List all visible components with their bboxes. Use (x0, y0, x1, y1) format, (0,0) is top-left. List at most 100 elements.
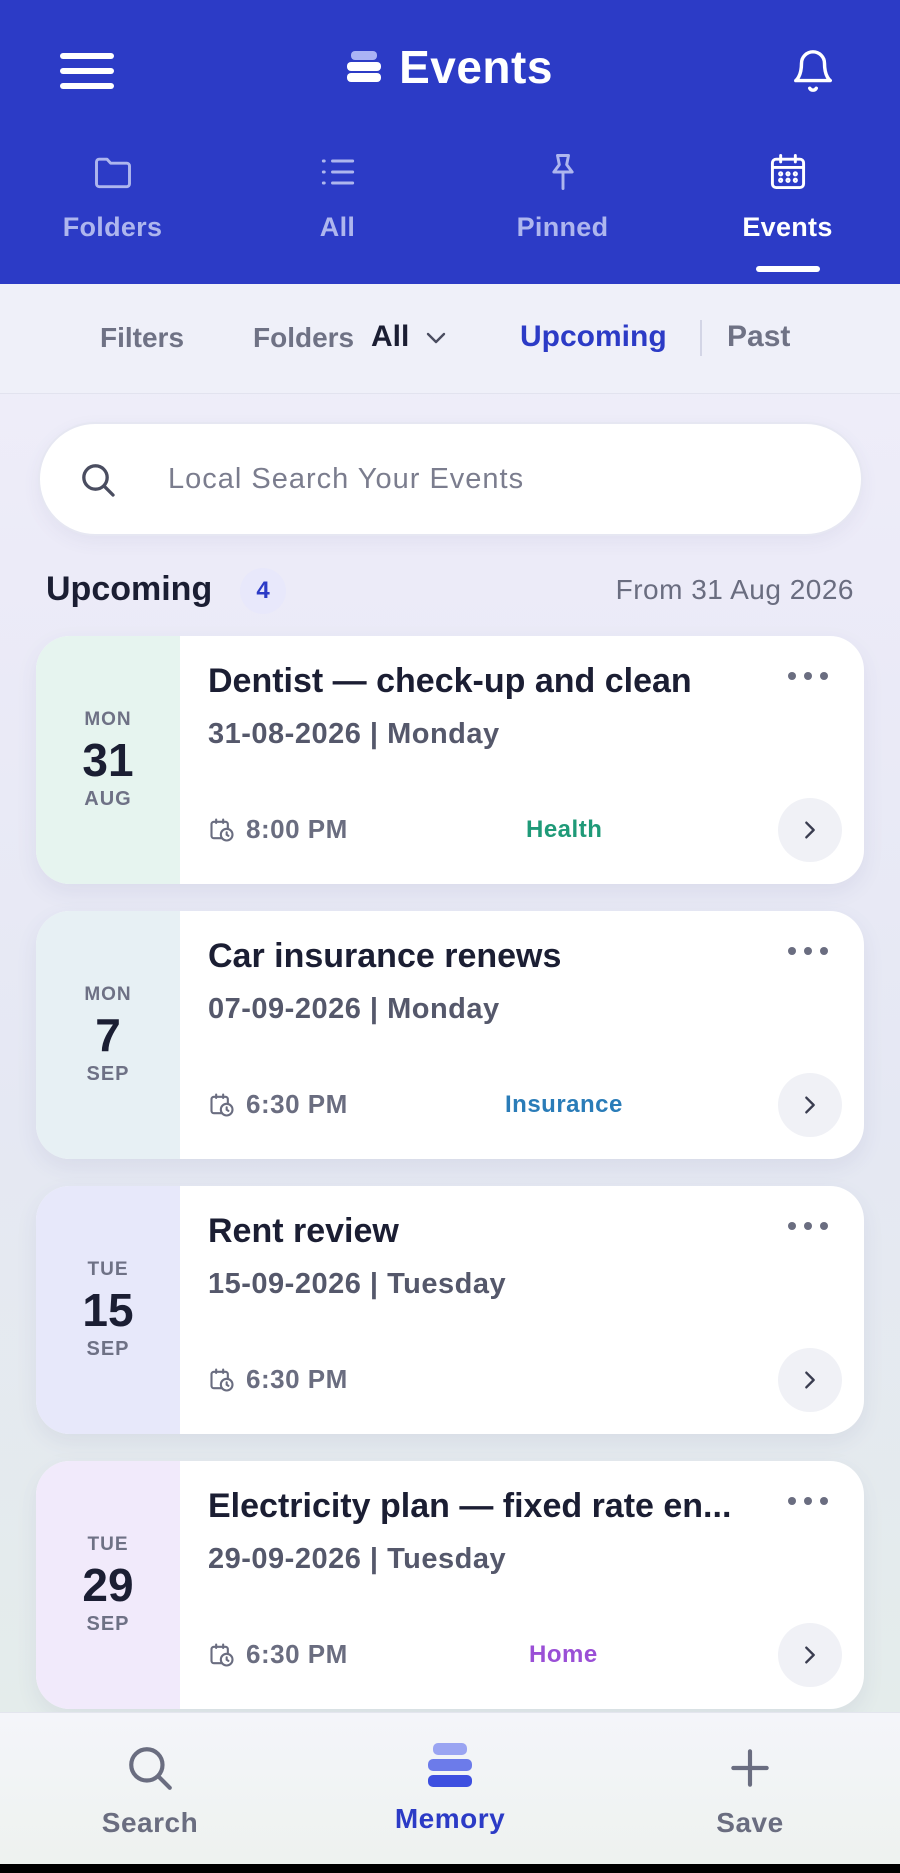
event-weekday: TUE (87, 1259, 129, 1281)
search-input[interactable] (168, 454, 808, 504)
chevron-right-icon (805, 821, 815, 839)
nav-memory[interactable]: Memory (300, 1713, 600, 1864)
event-date-block: MON 31 AUG (36, 636, 180, 884)
event-time: 6:30 PM (246, 1639, 348, 1669)
event-title: Dentist — check-up and clean (208, 662, 692, 700)
open-event-button[interactable] (778, 1073, 842, 1137)
chevron-right-icon (805, 1096, 815, 1114)
event-time-row: 6:30 PM (208, 1639, 348, 1670)
event-date: 31-08-2026 | Monday (208, 718, 500, 750)
event-day: 7 (95, 1009, 121, 1062)
tab-label: Pinned (516, 212, 609, 242)
search-icon (82, 464, 115, 497)
more-options-button[interactable] (788, 1497, 828, 1509)
chevron-right-icon (805, 1646, 815, 1664)
event-tag: Insurance (505, 1091, 623, 1118)
event-month: SEP (86, 1337, 130, 1360)
memory-stack-icon (428, 1743, 472, 1789)
tab-all[interactable]: All (225, 150, 450, 284)
folders-filter-label: Folders (253, 322, 355, 353)
filters-button[interactable]: Filters (100, 322, 184, 354)
event-title: Car insurance renews (208, 937, 562, 975)
event-card[interactable]: MON 7 SEP Car insurance renews 07-09-202… (36, 911, 864, 1159)
more-dots-icon (788, 672, 796, 680)
pin-icon (551, 154, 574, 190)
event-card[interactable]: TUE 29 SEP Electricity plan — fixed rate… (36, 1461, 864, 1709)
calendar-clock-icon (210, 1092, 234, 1117)
chevron-down-icon[interactable] (424, 328, 448, 348)
folder-icon (94, 157, 131, 189)
bottom-navigation: Search Memory Save (0, 1712, 900, 1864)
tab-pinned[interactable]: Pinned (450, 150, 675, 284)
more-dots-icon (788, 1222, 796, 1230)
event-tag: Home (529, 1641, 598, 1668)
event-card[interactable]: MON 31 AUG Dentist — check-up and clean … (36, 636, 864, 884)
open-event-button[interactable] (778, 1348, 842, 1412)
more-dots-icon (788, 1497, 796, 1505)
calendar-clock-icon (210, 1367, 234, 1392)
event-day: 31 (82, 734, 134, 787)
section-title: Upcoming (46, 570, 213, 608)
event-title: Electricity plan — fixed rate en... (208, 1487, 732, 1525)
tab-label: All (319, 212, 356, 242)
app-header: Events Folders All Pinned Events (0, 0, 900, 284)
event-date: 07-09-2026 | Monday (208, 993, 500, 1025)
active-tab-indicator (755, 266, 820, 272)
event-time-row: 6:30 PM (208, 1089, 348, 1120)
more-dots-icon (788, 947, 796, 955)
event-title: Rent review (208, 1212, 399, 1250)
event-date-block: MON 7 SEP (36, 911, 180, 1159)
filter-bar: Filters Folders All Upcoming Past (0, 284, 900, 394)
event-time: 6:30 PM (246, 1364, 348, 1394)
calendar-clock-icon (210, 817, 234, 842)
tab-folders[interactable]: Folders (0, 150, 225, 284)
page-title-wrap: Events (0, 40, 900, 94)
more-options-button[interactable] (788, 947, 828, 959)
top-tabs: Folders All Pinned Events (0, 150, 900, 284)
event-time-row: 8:00 PM (208, 814, 348, 845)
nav-label: Search (101, 1807, 199, 1838)
chevron-right-icon (805, 1371, 815, 1389)
open-event-button[interactable] (778, 798, 842, 862)
tab-label: Folders (62, 212, 163, 242)
event-time: 8:00 PM (246, 814, 348, 844)
from-date-label: From 31 Aug 2026 (615, 574, 854, 605)
app-screen: Events Folders All Pinned Events Filters… (0, 0, 900, 1864)
event-search-bar (38, 422, 863, 536)
toggle-divider (700, 320, 702, 356)
list-icon (321, 159, 354, 185)
event-date: 29-09-2026 | Tuesday (208, 1543, 507, 1575)
event-weekday: MON (84, 984, 132, 1006)
nav-label: Save (716, 1807, 784, 1838)
event-day: 29 (82, 1559, 134, 1612)
event-month: AUG (84, 787, 132, 810)
nav-search[interactable]: Search (0, 1713, 300, 1864)
event-time-row: 6:30 PM (208, 1364, 348, 1395)
event-weekday: MON (84, 709, 132, 731)
search-icon (129, 1747, 172, 1790)
event-count-badge: 4 (240, 568, 286, 614)
nav-label: Memory (394, 1803, 506, 1834)
calendar-icon (770, 154, 805, 190)
past-toggle[interactable]: Past (727, 320, 790, 354)
event-date-block: TUE 15 SEP (36, 1186, 180, 1434)
event-day: 15 (82, 1284, 134, 1337)
more-options-button[interactable] (788, 1222, 828, 1234)
event-date: 15-09-2026 | Tuesday (208, 1268, 507, 1300)
page-title: Events (399, 41, 553, 93)
event-month: SEP (86, 1062, 130, 1085)
tab-events[interactable]: Events (675, 150, 900, 284)
plus-icon (731, 1749, 769, 1787)
nav-save[interactable]: Save (600, 1713, 900, 1864)
notifications-button[interactable] (790, 46, 836, 96)
event-time: 6:30 PM (246, 1089, 348, 1119)
event-card[interactable]: TUE 15 SEP Rent review 15-09-2026 | Tues… (36, 1186, 864, 1434)
more-options-button[interactable] (788, 672, 828, 684)
upcoming-toggle[interactable]: Upcoming (520, 320, 667, 354)
open-event-button[interactable] (778, 1623, 842, 1687)
calendar-clock-icon (210, 1642, 234, 1667)
event-date-block: TUE 29 SEP (36, 1461, 180, 1709)
event-weekday: TUE (87, 1534, 129, 1556)
event-month: SEP (86, 1612, 130, 1635)
folders-filter-dropdown[interactable]: All (371, 320, 409, 354)
